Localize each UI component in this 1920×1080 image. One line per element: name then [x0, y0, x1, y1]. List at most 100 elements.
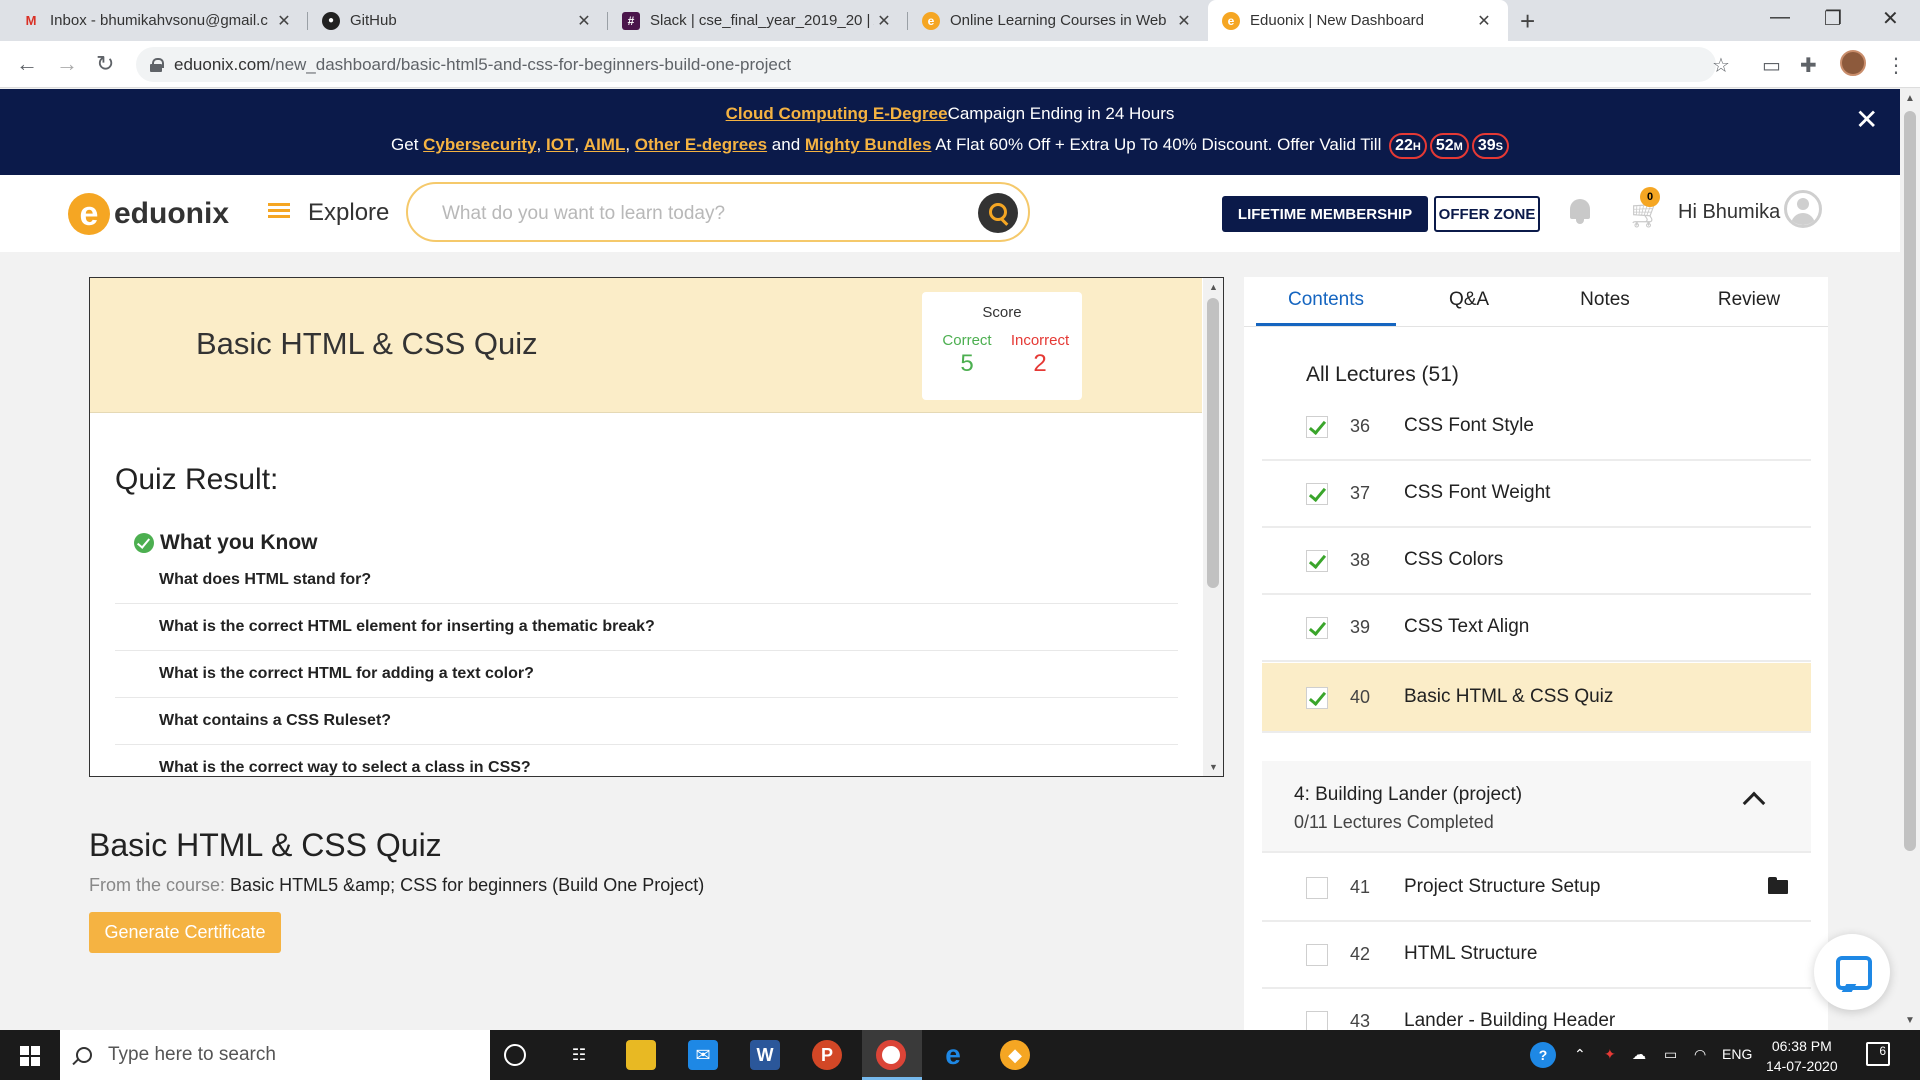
scroll-down-arrow-icon[interactable]: ▼: [1905, 1015, 1915, 1026]
onedrive-icon[interactable]: ☁: [1632, 1046, 1646, 1063]
user-avatar-icon[interactable]: [1784, 190, 1822, 228]
scroll-up-arrow-icon[interactable]: ▲: [1905, 93, 1915, 104]
reading-list-icon[interactable]: ▭: [1762, 53, 1781, 78]
promo-edegree-link[interactable]: Cloud Computing E-Degree: [726, 104, 948, 123]
close-window-icon[interactable]: ✕: [1882, 6, 1899, 31]
lecture-item[interactable]: 43 Lander - Building Header: [1262, 989, 1811, 1030]
reload-icon[interactable]: ↻: [96, 51, 114, 77]
user-greeting[interactable]: Hi Bhumika: [1678, 201, 1780, 224]
close-tab-icon[interactable]: ✕: [274, 11, 294, 31]
lecture-checkbox[interactable]: [1306, 1011, 1328, 1030]
lecture-checkbox[interactable]: [1306, 877, 1328, 899]
chevron-up-icon[interactable]: ⌃: [1574, 1046, 1586, 1063]
tab-contents[interactable]: Contents: [1256, 289, 1396, 311]
tab-online-learning[interactable]: e Online Learning Courses in Web ✕: [908, 0, 1208, 41]
quiz-scroll-thumb[interactable]: [1207, 298, 1219, 588]
lecture-checkbox[interactable]: [1306, 416, 1328, 438]
cortana-icon[interactable]: [504, 1044, 526, 1066]
task-view-icon[interactable]: ☷: [564, 1040, 594, 1070]
tab-eduonix-dashboard[interactable]: e Eduonix | New Dashboard ✕: [1208, 0, 1508, 41]
promo-other-edegrees-link[interactable]: Other E-degrees: [635, 135, 767, 154]
lecture-checkbox[interactable]: [1306, 687, 1328, 709]
close-tab-icon[interactable]: ✕: [1174, 11, 1194, 31]
new-tab-button[interactable]: +: [1520, 6, 1535, 37]
lecture-item[interactable]: 37 CSS Font Weight: [1262, 461, 1811, 528]
notification-center-icon[interactable]: 6: [1866, 1042, 1890, 1066]
tab-slack[interactable]: # Slack | cse_final_year_2019_20 | A ✕: [608, 0, 908, 41]
lecture-checkbox[interactable]: [1306, 617, 1328, 639]
system-clock[interactable]: 06:38 PM 14-07-2020: [1766, 1036, 1838, 1076]
promo-bundles-link[interactable]: Mighty Bundles: [805, 135, 932, 154]
mail-icon[interactable]: ✉: [688, 1040, 718, 1070]
chat-support-icon[interactable]: [1814, 934, 1890, 1010]
language-indicator[interactable]: ENG: [1722, 1046, 1752, 1062]
promo-campaign-text: Campaign Ending in 24 Hours: [947, 104, 1175, 123]
edge-icon[interactable]: e: [938, 1039, 968, 1070]
lecture-item[interactable]: 42 HTML Structure: [1262, 922, 1811, 989]
chrome-icon[interactable]: [876, 1040, 906, 1070]
lecture-number: 38: [1350, 550, 1371, 570]
hamburger-menu-icon[interactable]: [268, 203, 290, 219]
chevron-up-icon[interactable]: [1742, 791, 1766, 815]
close-tab-icon[interactable]: ✕: [874, 11, 894, 31]
section-header[interactable]: 4: Building Lander (project) 0/11 Lectur…: [1262, 761, 1811, 853]
file-explorer-icon[interactable]: [626, 1040, 656, 1070]
tab-review[interactable]: Review: [1684, 289, 1814, 311]
windows-start-icon[interactable]: [20, 1046, 40, 1066]
adobe-icon[interactable]: ✦: [1604, 1046, 1616, 1063]
page-scrollbar[interactable]: ▲ ▼: [1900, 89, 1920, 1030]
tab-gmail[interactable]: M Inbox - bhumikahvsonu@gmail.c ✕: [8, 0, 308, 41]
tab-notes[interactable]: Notes: [1540, 289, 1670, 311]
course-search-input[interactable]: What do you want to learn today?: [406, 182, 1030, 242]
lecture-number: 40: [1350, 687, 1371, 707]
notification-count: 6: [1879, 1044, 1886, 1058]
more-menu-icon[interactable]: ⋮: [1886, 53, 1906, 78]
lecture-checkbox[interactable]: [1306, 483, 1328, 505]
lecture-item[interactable]: 41 Project Structure Setup: [1262, 855, 1811, 922]
close-tab-icon[interactable]: ✕: [574, 11, 594, 31]
quiz-scrollbar[interactable]: ▲ ▼: [1203, 278, 1223, 776]
scroll-down-arrow-icon[interactable]: ▼: [1209, 762, 1218, 772]
help-icon[interactable]: ?: [1530, 1042, 1556, 1068]
powerpoint-icon[interactable]: P: [812, 1040, 842, 1070]
eduonix-logo[interactable]: e eduonix: [68, 193, 229, 235]
maximize-icon[interactable]: ❐: [1824, 6, 1842, 31]
app-icon[interactable]: ◆: [1000, 1040, 1030, 1070]
taskbar-search-input[interactable]: Type here to search: [60, 1030, 490, 1080]
tab-qa[interactable]: Q&A: [1404, 289, 1534, 311]
scroll-up-arrow-icon[interactable]: ▲: [1209, 282, 1218, 292]
promo-iot-link[interactable]: IOT: [546, 135, 574, 154]
profile-avatar[interactable]: [1840, 50, 1866, 76]
lecture-item-active[interactable]: 40 Basic HTML & CSS Quiz: [1262, 663, 1811, 733]
url-input[interactable]: eduonix.com/new_dashboard/basic-html5-an…: [136, 47, 1716, 82]
close-banner-icon[interactable]: ✕: [1855, 103, 1878, 136]
word-icon[interactable]: W: [750, 1040, 780, 1070]
back-arrow-icon[interactable]: ←: [16, 51, 38, 77]
lecture-item[interactable]: 36 CSS Font Style: [1262, 394, 1811, 461]
lecture-checkbox[interactable]: [1306, 550, 1328, 572]
folder-icon[interactable]: [1768, 877, 1788, 894]
lecture-item[interactable]: 39 CSS Text Align: [1262, 595, 1811, 662]
notification-bell-icon[interactable]: [1568, 197, 1592, 227]
offer-zone-button[interactable]: OFFER ZONE: [1434, 196, 1540, 232]
battery-icon[interactable]: ▭: [1664, 1046, 1677, 1063]
close-tab-icon[interactable]: ✕: [1474, 11, 1494, 31]
lecture-item[interactable]: 38 CSS Colors: [1262, 528, 1811, 595]
tab-github[interactable]: ● GitHub ✕: [308, 0, 608, 41]
lecture-checkbox[interactable]: [1306, 944, 1328, 966]
wifi-icon[interactable]: ◠: [1694, 1046, 1706, 1063]
extensions-puzzle-icon[interactable]: ✚: [1800, 53, 1817, 78]
tab-title: Slack | cse_final_year_2019_20 | A: [650, 12, 874, 29]
bookmark-star-icon[interactable]: ☆: [1712, 53, 1730, 78]
countdown-unit: M: [1453, 141, 1463, 153]
promo-line-2: Get Cybersecurity, IOT, AIML, Other E-de…: [0, 133, 1900, 159]
search-icon[interactable]: [978, 193, 1018, 233]
page-scroll-thumb[interactable]: [1904, 111, 1916, 851]
promo-aiml-link[interactable]: AIML: [584, 135, 626, 154]
minimize-icon[interactable]: —: [1770, 6, 1790, 29]
generate-certificate-button[interactable]: Generate Certificate: [89, 912, 281, 953]
lifetime-membership-button[interactable]: LIFETIME MEMBERSHIP: [1222, 196, 1428, 232]
forward-arrow-icon[interactable]: →: [56, 51, 78, 77]
promo-cybersecurity-link[interactable]: Cybersecurity: [423, 135, 536, 154]
explore-link[interactable]: Explore: [308, 199, 389, 227]
